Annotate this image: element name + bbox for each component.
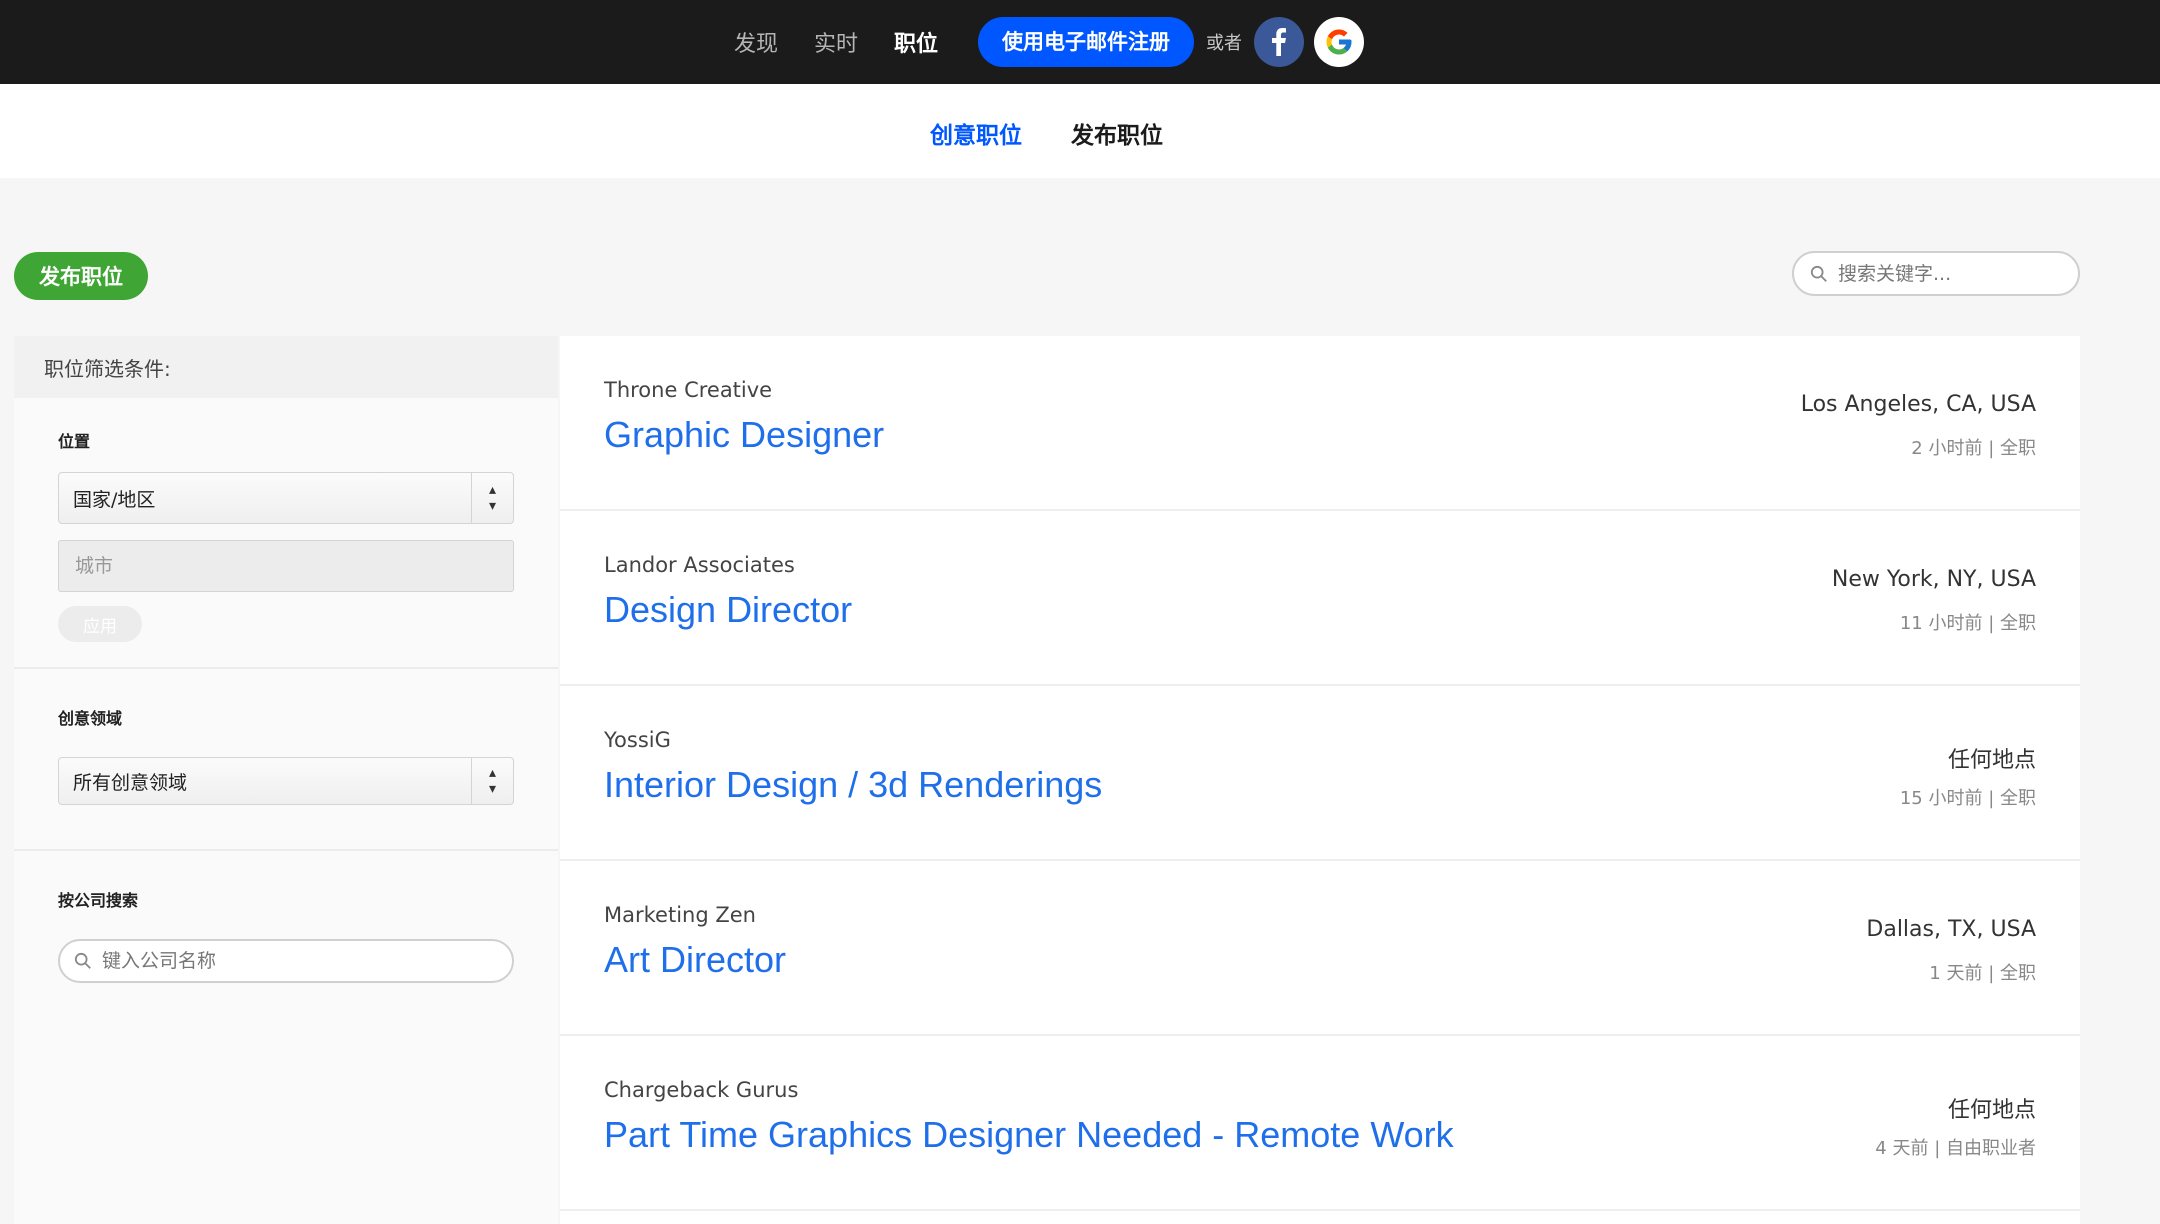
city-input[interactable] — [58, 540, 514, 592]
location-filter: 位置 国家/地区 ▴▾ 应用 — [14, 398, 558, 669]
nav-link-discover[interactable]: 发现 — [734, 26, 778, 58]
job-meta: 2 小时前 | 全职 — [1911, 438, 2036, 459]
job-posted: 1 天前 — [1929, 963, 1983, 984]
nav-link-jobs[interactable]: 职位 — [894, 26, 938, 58]
job-posted: 11 小时前 — [1899, 613, 1983, 634]
top-navbar: 发现 实时 职位 使用电子邮件注册 或者 — [0, 0, 2160, 84]
company-filter-title: 按公司搜索 — [58, 891, 139, 910]
google-icon[interactable] — [1314, 17, 1365, 67]
job-type: 全职 — [2000, 963, 2036, 984]
job-location: Dallas, TX, USA — [1866, 917, 2036, 942]
job-posted: 15 小时前 — [1899, 788, 1983, 809]
creative-field-select[interactable]: 所有创意领域 ▴ ▾ — [58, 757, 514, 805]
job-row[interactable]: Marketing Zen Art Director Dallas, TX, U… — [560, 861, 2080, 1036]
job-meta: 11 小时前 | 全职 — [1899, 613, 2036, 634]
tab-creative-jobs[interactable]: 创意职位 — [930, 116, 1022, 150]
email-signup-button[interactable]: 使用电子邮件注册 — [978, 17, 1195, 67]
filter-sidebar-header: 职位筛选条件: — [14, 336, 558, 398]
creative-field-title: 创意领域 — [58, 709, 123, 728]
creative-field-filter: 创意领域 所有创意领域 ▴ ▾ — [14, 669, 558, 851]
job-type: 全职 — [2000, 613, 2036, 634]
tab-post-job[interactable]: 发布职位 — [1071, 116, 1163, 150]
job-meta: 15 小时前 | 全职 — [1899, 788, 2036, 809]
post-job-button[interactable]: 发布职位 — [14, 252, 148, 300]
company-search[interactable] — [58, 939, 514, 983]
job-row[interactable]: Throne Creative Graphic Designer Los Ang… — [560, 336, 2080, 511]
job-row[interactable]: Chargeback Gurus Part Time Graphics Desi… — [560, 1036, 2080, 1211]
creative-field-select-value: 所有创意领域 — [73, 771, 188, 794]
job-location: 任何地点 — [1947, 1098, 2036, 1123]
job-title[interactable]: Graphic Designer — [604, 414, 884, 456]
job-type: 自由职业者 — [1946, 1138, 2036, 1159]
job-title[interactable]: Art Director — [604, 939, 786, 981]
job-location: New York, NY, USA — [1831, 567, 2036, 592]
job-type: 全职 — [2000, 438, 2036, 459]
job-title[interactable]: Interior Design / 3d Renderings — [604, 764, 1102, 806]
job-row[interactable]: YossiG Interior Design / 3d Renderings 任… — [560, 686, 2080, 861]
job-location: 任何地点 — [1947, 748, 2036, 773]
facebook-icon[interactable] — [1254, 17, 1305, 67]
sub-navbar: 创意职位 发布职位 — [0, 84, 2160, 178]
search-icon — [74, 952, 91, 969]
job-company[interactable]: Marketing Zen — [604, 903, 756, 927]
company-search-input[interactable] — [102, 950, 322, 972]
select-arrow-icon: ▴ ▾ — [471, 473, 513, 523]
job-row[interactable]: Landor Associates Design Director New Yo… — [560, 511, 2080, 686]
job-title[interactable]: Design Director — [604, 589, 852, 631]
nav-link-live[interactable]: 实时 — [814, 26, 858, 58]
search-icon — [1810, 265, 1827, 282]
country-select[interactable]: 国家/地区 ▴ ▾ — [58, 472, 514, 524]
job-location: Los Angeles, CA, USA — [1800, 392, 2036, 417]
filter-sidebar: 职位筛选条件: 位置 国家/地区 ▴▾ 应用 创意领域 所有创意领域 ▴▾ 按公… — [14, 336, 558, 1224]
job-title[interactable]: Part Time Graphics Designer Needed - Rem… — [604, 1114, 1454, 1156]
or-text: 或者 — [1206, 33, 1243, 54]
job-list: Throne Creative Graphic Designer Los Ang… — [560, 336, 2080, 1224]
top-nav: 发现 实时 职位 使用电子邮件注册 或者 — [734, 0, 1374, 84]
job-company[interactable]: YossiG — [604, 728, 671, 752]
company-filter: 按公司搜索 — [14, 851, 558, 983]
job-meta: 4 天前 | 自由职业者 — [1875, 1138, 2036, 1159]
job-posted: 4 天前 — [1875, 1138, 1929, 1159]
job-type: 全职 — [2000, 788, 2036, 809]
job-company[interactable]: Chargeback Gurus — [604, 1078, 798, 1102]
job-meta: 1 天前 | 全职 — [1929, 963, 2036, 984]
location-filter-title: 位置 — [58, 432, 91, 451]
job-company[interactable]: Landor Associates — [604, 553, 795, 577]
select-arrow-icon: ▴ ▾ — [471, 758, 513, 804]
keyword-search[interactable] — [1792, 251, 2080, 296]
job-company[interactable]: Throne Creative — [604, 378, 772, 402]
apply-button[interactable]: 应用 — [58, 606, 142, 642]
country-select-value: 国家/地区 — [73, 488, 156, 511]
keyword-search-input[interactable] — [1838, 262, 2058, 285]
job-posted: 2 小时前 — [1911, 438, 1983, 459]
